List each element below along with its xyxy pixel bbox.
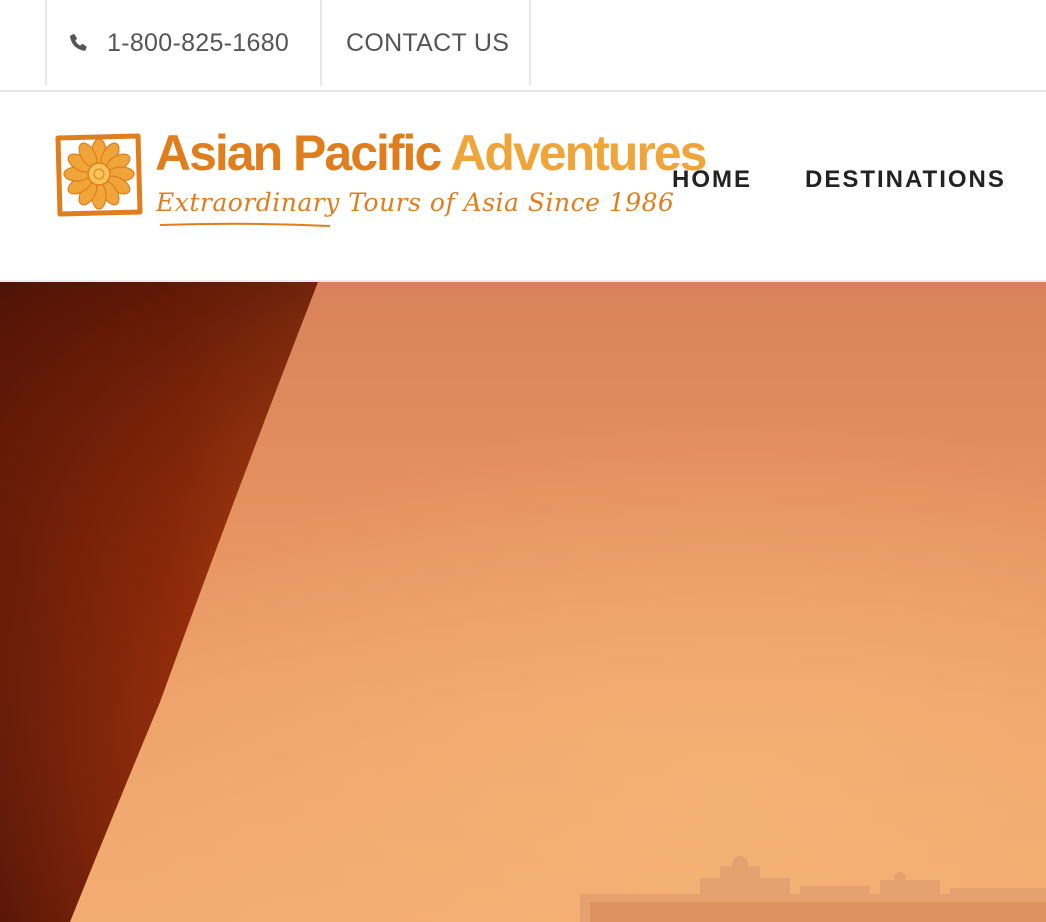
logo-title-part1: Asian Pacific <box>155 125 442 181</box>
flower-icon <box>55 133 143 217</box>
logo-tagline: Extraordinary Tours of Asia Since 1986 <box>156 188 675 217</box>
hero-image <box>0 282 1046 922</box>
nav-destinations[interactable]: DESTINATIONS <box>805 166 1006 194</box>
top-bar: 1-800-825-1680 CONTACT US <box>0 0 1046 92</box>
contact-us-link[interactable]: CONTACT US <box>320 0 531 86</box>
tagline-underline <box>160 222 330 227</box>
logo-title: Asian Pacific Adventures <box>155 124 707 182</box>
logo-title-part2: Adventures <box>450 125 707 181</box>
contact-us-label: CONTACT US <box>346 28 510 57</box>
nav-home[interactable]: HOME <box>672 166 752 194</box>
main-nav: HOME DESTINATIONS <box>672 166 1006 194</box>
hero-scene <box>0 282 1046 922</box>
phone-icon <box>70 34 87 51</box>
site-header: Asian Pacific Adventures Extraordinary T… <box>0 92 1046 282</box>
phone-link[interactable]: 1-800-825-1680 <box>45 0 322 86</box>
site-logo[interactable]: Asian Pacific Adventures Extraordinary T… <box>52 125 707 238</box>
phone-number: 1-800-825-1680 <box>107 28 290 57</box>
